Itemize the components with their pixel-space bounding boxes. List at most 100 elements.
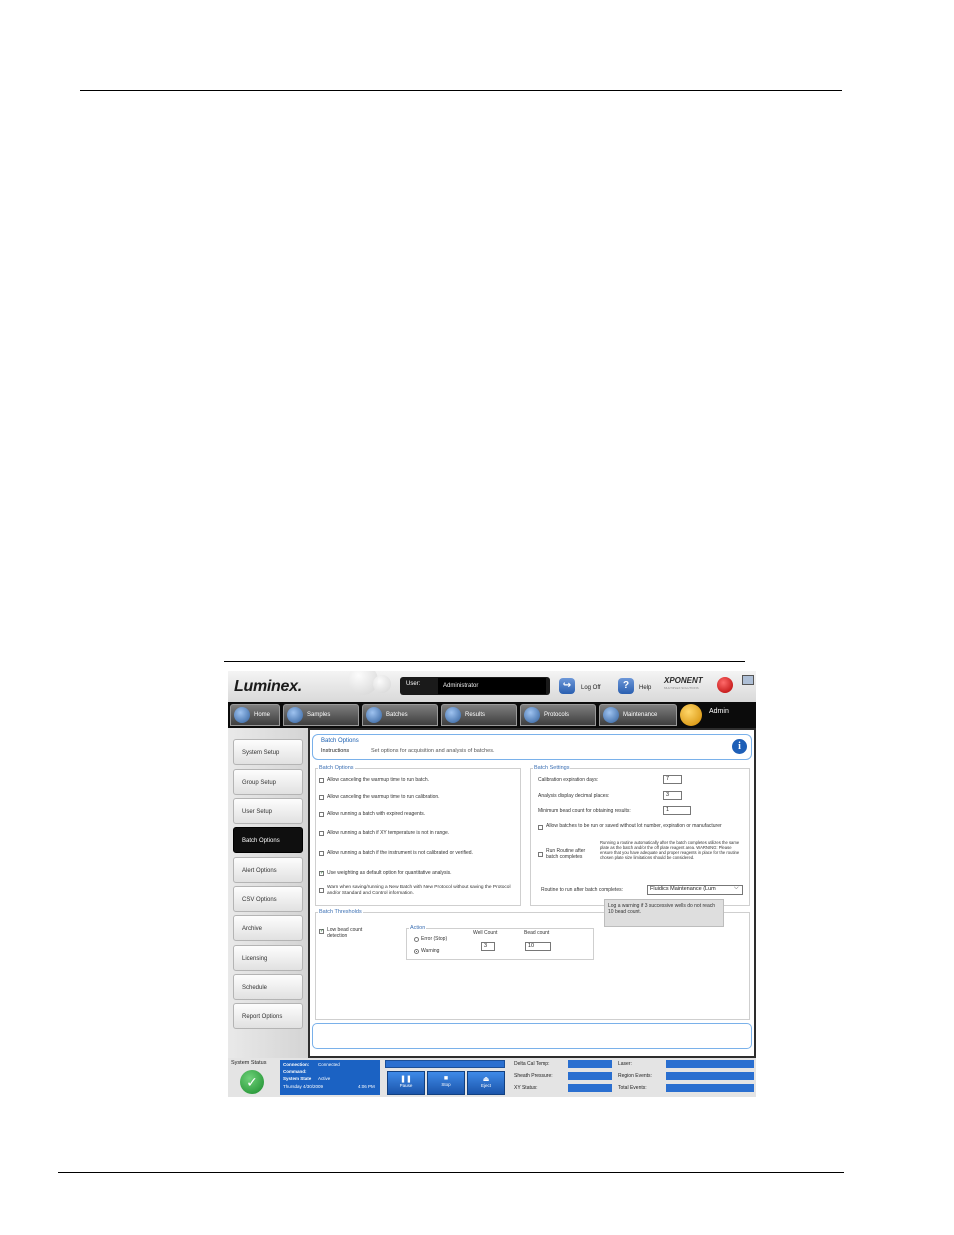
connection-value: Connected (318, 1062, 340, 1067)
option-label: Allow canceling the warmup time to run b… (327, 777, 429, 783)
delta-cal-label: Delta Cal Temp: (514, 1061, 550, 1067)
sidebar-item-licensing[interactable]: Licensing (233, 945, 303, 971)
sidebar-item-schedule[interactable]: Schedule (233, 974, 303, 1000)
system-state-label: System State (283, 1076, 312, 1081)
error-stop-radio[interactable] (414, 937, 419, 942)
user-box: User: Administrator (400, 677, 550, 695)
option-checkbox[interactable] (319, 795, 324, 800)
instructions-box: Batch Options Instructions Set options f… (312, 734, 752, 760)
xy-status-label: XY Status: (514, 1085, 538, 1091)
allow-batches-checkbox[interactable] (538, 825, 543, 830)
option-checkbox[interactable] (319, 888, 324, 893)
samples-icon (287, 707, 303, 723)
batch-thresholds-group-title: Batch Thresholds (318, 909, 363, 915)
min-bead-input[interactable]: 1 (663, 806, 691, 815)
red-status-icon[interactable] (717, 677, 733, 693)
sidebar-item-group-setup[interactable]: Group Setup (233, 769, 303, 795)
tab-protocols[interactable]: Protocols (520, 704, 596, 726)
routine-label: Routine to run after batch completes: (541, 887, 623, 893)
region-events-bar (666, 1072, 754, 1080)
info-icon[interactable]: i (732, 739, 747, 754)
well-count-input[interactable]: 3 (481, 942, 495, 951)
laser-bar (666, 1060, 754, 1068)
top-rule (80, 90, 842, 91)
option-label: Allow running a batch with expired reage… (327, 811, 426, 817)
tab-maintenance[interactable]: Maintenance (599, 704, 677, 726)
warning-label: Warning (421, 948, 440, 954)
tab-label: Batches (386, 712, 408, 718)
calibration-days-input[interactable]: 7 (663, 775, 682, 784)
bead-count-label: Bead count (524, 930, 550, 936)
laser-label: Laser: (618, 1061, 632, 1067)
sheath-pressure-label: Sheath Pressure: (514, 1073, 553, 1079)
sidebar-item-user-setup[interactable]: User Setup (233, 798, 303, 824)
action-group (406, 928, 594, 960)
user-label: User: (406, 681, 421, 687)
sidebar-item-report-options[interactable]: Report Options (233, 1003, 303, 1029)
sidebar-item-batch-options[interactable]: Batch Options (233, 827, 303, 853)
logoff-icon[interactable]: ↪ (559, 678, 575, 694)
region-events-label: Region Events: (618, 1073, 652, 1079)
monitor-icon[interactable] (742, 675, 754, 685)
tab-label: Maintenance (623, 712, 658, 718)
instructions-heading: Instructions (321, 748, 350, 754)
error-stop-label: Error (Stop) (421, 936, 448, 942)
user-value: Administrator (438, 678, 546, 694)
tab-results[interactable]: Results (441, 704, 517, 726)
instructions-title: Batch Options (321, 738, 359, 744)
system-state-value: Active (318, 1076, 331, 1081)
decimal-places-input[interactable]: 3 (663, 791, 682, 800)
sidebar-item-csv-options[interactable]: CSV Options (233, 886, 303, 912)
instructions-text: Set options for acquisition and analysis… (371, 748, 495, 754)
option-checkbox[interactable] (319, 831, 324, 836)
total-events-bar (666, 1084, 754, 1092)
run-routine-note: Running a routine automatically after th… (600, 840, 740, 860)
sidebar-item-alert-options[interactable]: Alert Options (233, 857, 303, 883)
time-value: 4:06 PM (358, 1084, 375, 1089)
bead-count-input[interactable]: 10 (525, 942, 551, 951)
tab-label: Protocols (544, 712, 570, 718)
logoff-button[interactable]: Log Off (581, 685, 601, 691)
option-checkbox[interactable] (319, 851, 324, 856)
command-label: Command: (283, 1069, 307, 1074)
help-icon[interactable]: ? (618, 678, 634, 694)
sidebar-item-system-setup[interactable]: System Setup (233, 739, 303, 765)
figure-rule (224, 661, 745, 662)
sidebar-item-archive[interactable]: Archive (233, 915, 303, 941)
option-checkbox[interactable] (319, 778, 324, 783)
run-routine-checkbox[interactable] (538, 852, 543, 857)
stop-label: Stop (441, 1082, 451, 1087)
luminex-logo: Luminex. (234, 678, 302, 695)
option-checkbox[interactable] (319, 812, 324, 817)
connection-panel: Connection: Connected Command: System St… (280, 1060, 380, 1095)
results-icon (445, 707, 461, 723)
tab-samples[interactable]: Samples (283, 704, 359, 726)
pause-label: Pause (399, 1083, 413, 1088)
status-bar: System Status ✓ Connection: Connected Co… (228, 1058, 756, 1097)
well-count-label: Well Count (473, 930, 498, 936)
tab-admin[interactable]: Admin (678, 702, 756, 728)
routine-select[interactable]: Fluidics Maintenance (Lum (647, 885, 743, 895)
pause-button[interactable]: ❚❚ Pause (387, 1071, 425, 1095)
tab-batches[interactable]: Batches (362, 704, 438, 726)
message-area (312, 1023, 752, 1049)
pause-icon: ❚❚ (400, 1076, 412, 1083)
connection-label: Connection: (283, 1062, 310, 1067)
action-group-title: Action (409, 925, 427, 931)
low-bead-checkbox[interactable]: ✓ (319, 929, 324, 934)
total-events-label: Total Events: (618, 1085, 647, 1091)
chevron-down-icon[interactable]: ⌵ (734, 885, 739, 892)
eject-button[interactable]: ⏏ Eject (467, 1071, 505, 1095)
stop-button[interactable]: ■ Stop (427, 1071, 465, 1095)
tab-label: Results (465, 712, 486, 718)
progress-bar (385, 1060, 505, 1068)
warning-radio[interactable] (414, 949, 419, 954)
main-nav: Home Samples Batches Results Protocols M… (228, 702, 756, 728)
checkmark-icon: ✓ (240, 1070, 264, 1094)
help-button[interactable]: Help (639, 685, 651, 691)
tab-home[interactable]: Home (230, 704, 280, 726)
threshold-note: Log a warning if 3 successive wells do n… (604, 899, 724, 927)
option-checkbox-checked[interactable]: ✓ (319, 871, 324, 876)
app-header: Luminex. User: Administrator ↪ Log Off ?… (228, 671, 756, 702)
option-label: Warn when saving/running a New Batch wit… (327, 885, 511, 896)
